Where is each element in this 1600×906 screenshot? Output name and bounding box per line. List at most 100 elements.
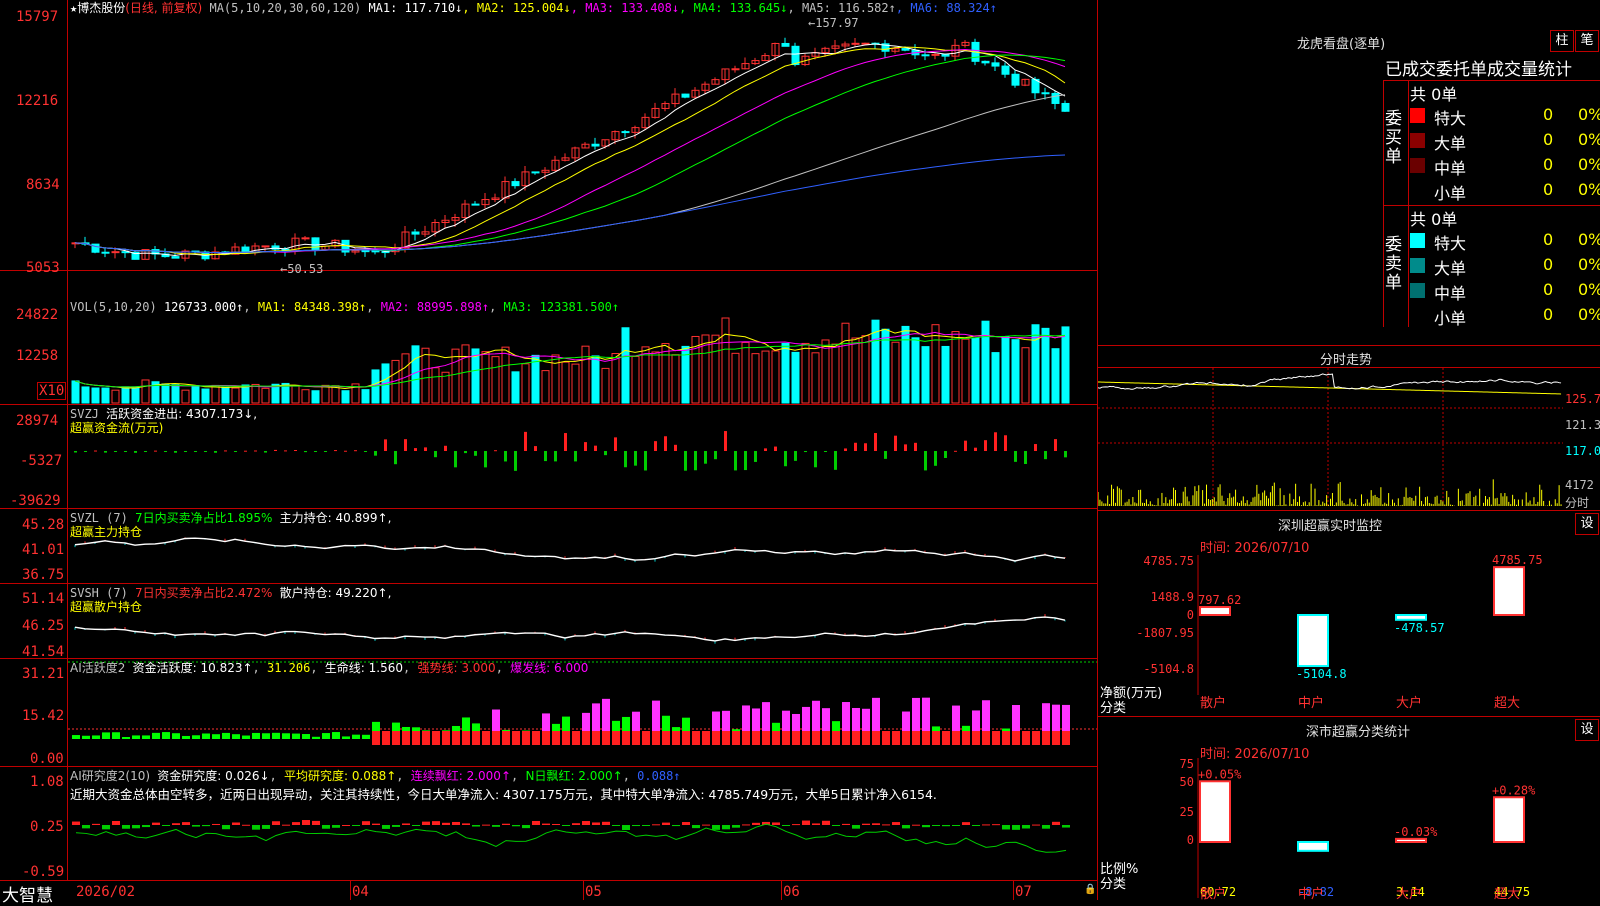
- ai-active-base: [642, 731, 650, 745]
- sz-class-chart[interactable]: +0.05%60.72 -8.82-0.03%3.14+0.28%44.75755…: [1098, 758, 1600, 900]
- research-bar: [132, 825, 140, 829]
- research-bar: [322, 825, 330, 829]
- candle-body: [111, 251, 120, 254]
- sell-row-vol: 0: [1543, 230, 1554, 249]
- ma-line-120: [74, 154, 1066, 254]
- price-y-label: 12216: [16, 93, 59, 109]
- ai-active-bar: [162, 732, 170, 739]
- volume-bar: [961, 338, 970, 404]
- candlestick-chart[interactable]: [68, 15, 1097, 270]
- ai-active-bar: [292, 733, 300, 739]
- svzj-bar: [74, 451, 77, 453]
- research-bar: [712, 825, 720, 830]
- svzj-bar: [104, 451, 107, 453]
- category-label: 大户: [1396, 886, 1422, 900]
- price-y-label: 5053: [26, 260, 60, 276]
- volume-bar: [841, 322, 850, 404]
- ai-active-base: [712, 731, 720, 745]
- svzl-line: [74, 537, 1066, 562]
- ai-active-y-label: 0.00: [30, 751, 64, 767]
- volume-bar: [1021, 347, 1030, 404]
- ai-active-bar: [242, 735, 250, 739]
- ai-active-chart[interactable]: [68, 659, 1097, 766]
- svzj-bar: [294, 450, 297, 452]
- svzj-bar: [144, 451, 147, 452]
- candle-body: [731, 68, 740, 71]
- research-bar: [682, 822, 690, 825]
- ai-active-base: [662, 731, 670, 745]
- x-axis-tick: [781, 880, 782, 900]
- volume-bar: [781, 342, 790, 404]
- svzj-bar: [734, 451, 737, 471]
- intraday-label: 4172: [1565, 478, 1594, 492]
- intraday-chart[interactable]: [1098, 368, 1563, 508]
- ai-active-base: [1012, 731, 1020, 745]
- chart-y-label: 1488.9: [1151, 590, 1194, 604]
- bar-value-label: 797.62: [1198, 593, 1241, 607]
- svzj-bar: [354, 450, 357, 452]
- svzj-bar: [464, 451, 467, 454]
- svzj-bar: [564, 433, 567, 451]
- svzj-bar: [1064, 451, 1067, 458]
- volume-bar: [171, 384, 180, 404]
- volume-bar: [91, 387, 100, 404]
- volume-bar: [861, 335, 870, 404]
- svzj-bar: [814, 451, 817, 468]
- ai-active-base: [852, 731, 860, 745]
- ai-research-chart[interactable]: [68, 767, 1097, 880]
- bar-散户: [1199, 780, 1231, 844]
- ai-active-base: [552, 731, 560, 745]
- column-view-button[interactable]: 柱: [1550, 30, 1574, 52]
- volume-bar: [311, 390, 320, 404]
- research-bar: [462, 823, 470, 825]
- research-bar: [582, 821, 590, 825]
- volume-bar: [891, 341, 900, 404]
- sz-monitor-settings-button[interactable]: 设: [1575, 513, 1599, 535]
- svsh-line: [74, 616, 1066, 642]
- research-bar: [82, 825, 90, 829]
- volume-bar: [331, 385, 340, 404]
- research-bar: [812, 823, 820, 825]
- sell-row-pct: 0%: [1578, 280, 1600, 299]
- lock-icon[interactable]: 🔒: [1084, 884, 1096, 895]
- volume-bar: [731, 352, 740, 404]
- chart-y-label: -5104.8: [1143, 662, 1194, 676]
- ma-line-20: [74, 49, 1066, 254]
- svsh-chart[interactable]: [68, 584, 1097, 658]
- volume-bar: [481, 351, 490, 404]
- ai-active-base: [372, 731, 380, 745]
- svzj-bar: [584, 442, 587, 451]
- buy-swatch: [1410, 133, 1425, 148]
- tick-view-button[interactable]: 笔: [1575, 30, 1599, 52]
- ai-active-base: [482, 731, 490, 745]
- sz-monitor-chart[interactable]: 797.62 -5104.8 -478.57 4785.75 4785.75 1488.9…: [1098, 555, 1600, 715]
- svzj-bar: [504, 451, 507, 462]
- period-label[interactable]: (日线, 前复权): [125, 1, 202, 15]
- buy-swatch: [1410, 108, 1425, 123]
- ai-active-base: [462, 731, 470, 745]
- volume-bar: [261, 387, 270, 404]
- ai-active-base: [602, 731, 610, 745]
- volume-bar: [671, 354, 680, 404]
- volume-bar: [801, 342, 810, 404]
- volume-bar: [251, 383, 260, 404]
- ai-active-base: [972, 731, 980, 745]
- research-bar: [662, 822, 670, 825]
- research-bar: [952, 825, 960, 826]
- svzj-chart[interactable]: [68, 405, 1097, 508]
- volume-chart[interactable]: [68, 315, 1097, 404]
- ai-active-base: [1032, 731, 1040, 745]
- research-bar: [912, 824, 920, 826]
- sz-class-settings-button[interactable]: 设: [1575, 719, 1599, 741]
- svzj-bar: [964, 440, 967, 451]
- svzj-bar: [324, 451, 327, 452]
- intraday-title: 分时走势: [1320, 353, 1373, 368]
- svzl-chart[interactable]: [68, 509, 1097, 583]
- research-bar: [272, 821, 280, 825]
- right-divider: [1098, 345, 1600, 346]
- research-bar: [112, 821, 120, 825]
- ma-line-10: [74, 46, 1066, 256]
- volume-bar: [811, 352, 820, 404]
- svzj-bar: [684, 451, 687, 471]
- ai-active-base: [652, 731, 660, 745]
